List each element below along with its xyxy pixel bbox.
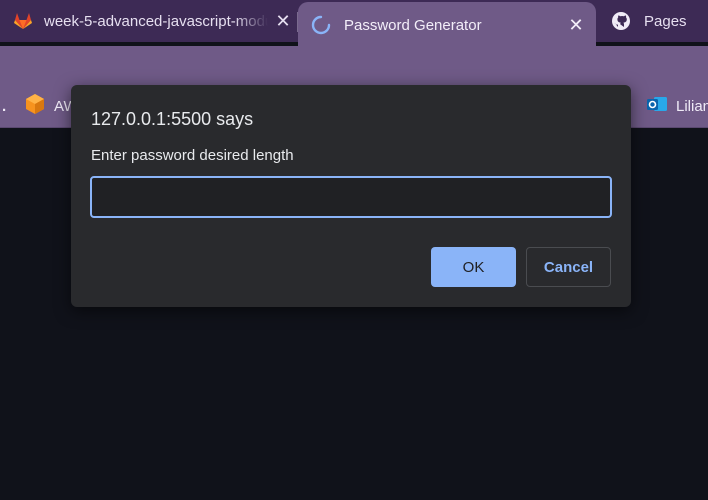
dialog-message: Enter password desired length: [91, 147, 294, 164]
bookmark-label: Lilian: [676, 97, 708, 115]
tab-title: Password Generator: [344, 16, 482, 34]
outlook-icon: [646, 94, 668, 118]
tab-title: Pages: [644, 12, 687, 30]
dialog-title: 127.0.0.1:5500 says: [91, 109, 254, 129]
tab-week-5-advanced-javascript[interactable]: week-5-advanced-javascript-module ✕: [0, 0, 297, 42]
bookmark-lilian[interactable]: Lilian: [646, 84, 708, 128]
close-icon[interactable]: ✕: [275, 11, 291, 32]
tab-password-generator[interactable]: Password Generator ✕: [298, 2, 596, 48]
tab-title: week-5-advanced-javascript-module: [44, 12, 268, 30]
cancel-button[interactable]: Cancel: [526, 247, 611, 287]
ok-button[interactable]: OK: [431, 247, 516, 287]
aws-icon: [24, 93, 46, 119]
prompt-dialog: 127.0.0.1:5500 says Enter password desir…: [71, 85, 631, 307]
password-length-input[interactable]: [90, 176, 612, 218]
gitlab-icon: [12, 10, 34, 32]
tab-pages[interactable]: Pages: [598, 0, 708, 42]
github-icon: [610, 10, 632, 32]
browser-toolbar: [0, 46, 708, 84]
tab-strip: week-5-advanced-javascript-module ✕ Pass…: [0, 0, 708, 48]
loading-spinner-icon: [310, 14, 332, 36]
bookmark-overflow-text: .: [2, 97, 7, 115]
close-icon[interactable]: ✕: [568, 15, 584, 36]
